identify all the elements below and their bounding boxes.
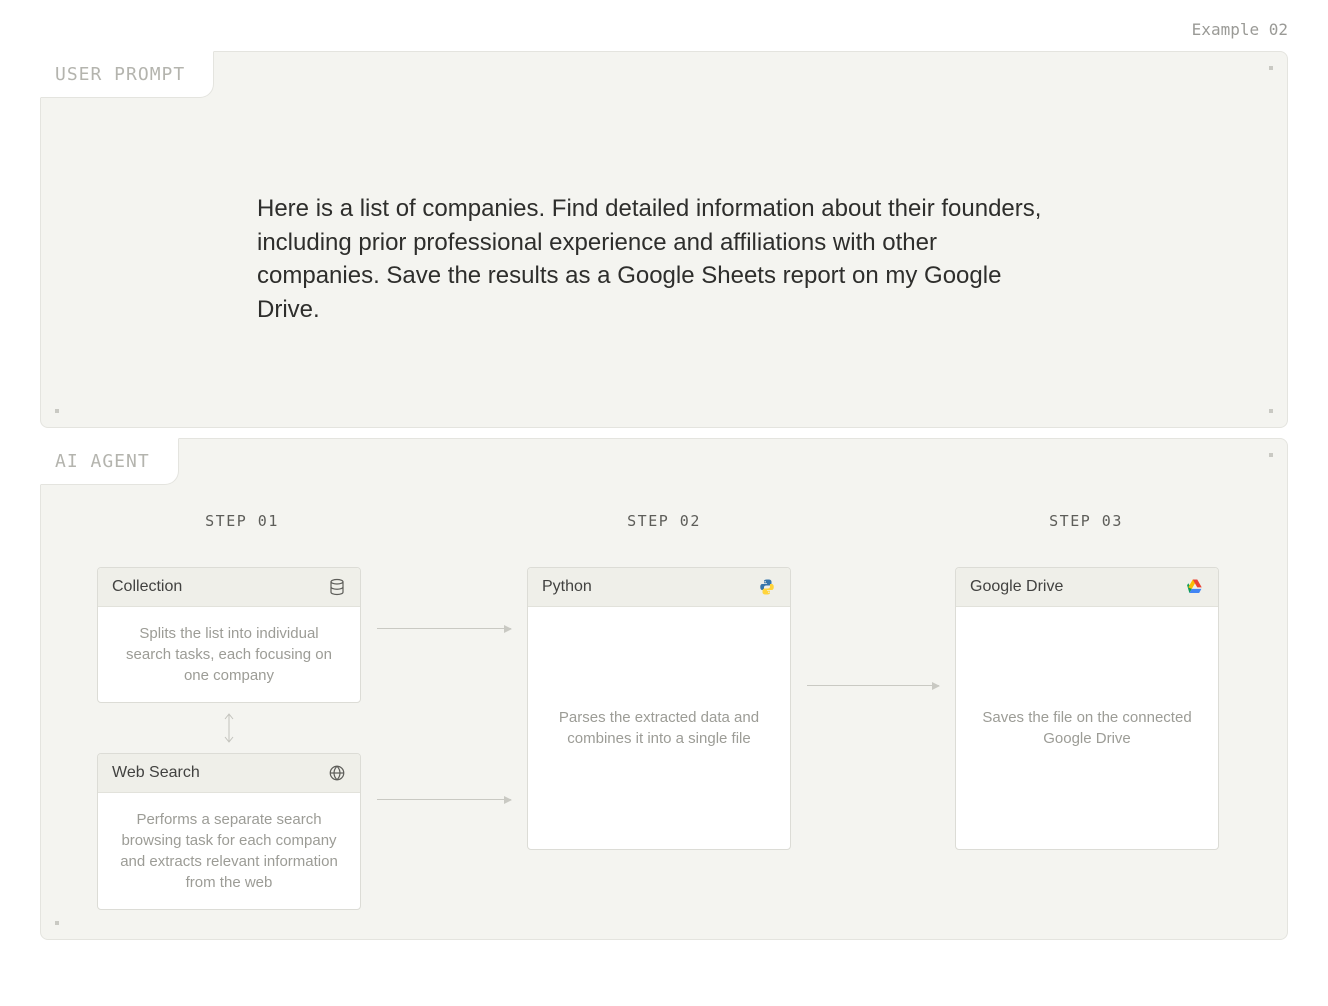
example-number-label: Example 02 — [40, 0, 1288, 51]
python-card-desc: Parses the extracted data and combines i… — [528, 607, 790, 849]
decorative-dot — [1269, 409, 1273, 413]
user-prompt-panel: USER PROMPT Here is a list of companies.… — [40, 51, 1288, 428]
collection-card-desc: Splits the list into individual search t… — [98, 607, 360, 702]
decorative-dot — [1269, 66, 1273, 70]
decorative-dot — [55, 921, 59, 925]
ai-agent-tab: AI AGENT — [40, 438, 179, 485]
decorative-dot — [55, 409, 59, 413]
python-icon — [758, 578, 776, 596]
database-icon — [328, 578, 346, 596]
bidirectional-arrow-icon — [223, 711, 235, 745]
collection-card-title: Collection — [112, 578, 182, 596]
step-label-3: STEP 03 — [956, 512, 1216, 530]
arrow-right-icon — [377, 628, 511, 629]
websearch-card-desc: Performs a separate search browsing task… — [98, 793, 360, 909]
gdrive-card: Google Drive Saves the file on the conne… — [955, 567, 1219, 850]
python-card-title: Python — [542, 578, 592, 596]
globe-icon — [328, 764, 346, 782]
google-drive-icon — [1186, 578, 1204, 596]
collection-card: Collection Splits the list into individu… — [97, 567, 361, 703]
arrow-right-icon — [807, 685, 939, 686]
arrow-right-icon — [377, 799, 511, 800]
ai-agent-panel: AI AGENT STEP 01 STEP 02 STEP 03 Collect… — [40, 438, 1288, 940]
user-prompt-tab: USER PROMPT — [40, 51, 214, 98]
websearch-card-title: Web Search — [112, 764, 200, 782]
step-label-2: STEP 02 — [534, 512, 794, 530]
websearch-card: Web Search Performs a separate search br… — [97, 753, 361, 910]
gdrive-card-desc: Saves the file on the connected Google D… — [956, 607, 1218, 849]
user-prompt-text: Here is a list of companies. Find detail… — [257, 192, 1057, 326]
decorative-dot — [1269, 453, 1273, 457]
gdrive-card-title: Google Drive — [970, 578, 1063, 596]
python-card: Python Parses the extracted data and com… — [527, 567, 791, 850]
step-label-1: STEP 01 — [112, 512, 372, 530]
